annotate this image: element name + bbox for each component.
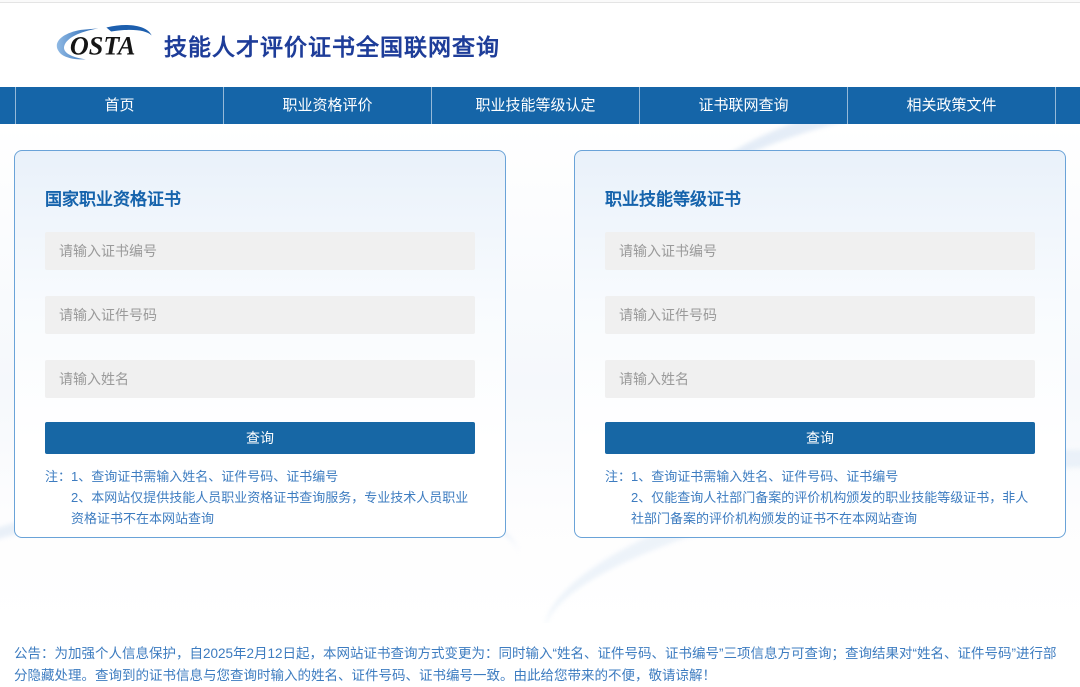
- certificate-number-input[interactable]: [45, 232, 475, 270]
- note-item: 2、仅能查询人社部门备案的评价机构颁发的职业技能等级证书，非人社部门备案的评价机…: [631, 487, 1035, 529]
- note-list: 1、查询证书需输入姓名、证件号码、证书编号 2、本网站仅提供技能人员职业资格证书…: [71, 466, 475, 529]
- note-item: 1、查询证书需输入姓名、证件号码、证书编号: [71, 466, 475, 487]
- id-number-input[interactable]: [45, 296, 475, 334]
- name-input[interactable]: [605, 360, 1035, 398]
- nav-item-skill-level-certification[interactable]: 职业技能等级认定: [431, 87, 639, 124]
- nav-spacer: [1055, 87, 1080, 124]
- osta-logo: OSTA: [54, 22, 154, 68]
- panel-national-qualification-certificate: 国家职业资格证书 查询 注： 1、查询证书需输入姓名、证件号码、证书编号 2、本…: [14, 150, 506, 538]
- query-button[interactable]: 查询: [605, 422, 1035, 454]
- query-button[interactable]: 查询: [45, 422, 475, 454]
- nav-item-occupational-qualification[interactable]: 职业资格评价: [223, 87, 431, 124]
- note-prefix: 注：: [45, 466, 71, 529]
- nav-item-home[interactable]: 首页: [15, 87, 223, 124]
- osta-logo-icon: OSTA: [54, 22, 154, 68]
- panel-title: 职业技能等级证书: [605, 185, 1035, 210]
- panel-notes: 注： 1、查询证书需输入姓名、证件号码、证书编号 2、仅能查询人社部门备案的评价…: [605, 466, 1035, 529]
- id-number-input[interactable]: [605, 296, 1035, 334]
- osta-logo-text: OSTA: [70, 32, 136, 61]
- name-input[interactable]: [45, 360, 475, 398]
- nav-item-policy-documents[interactable]: 相关政策文件: [847, 87, 1055, 124]
- note-list: 1、查询证书需输入姓名、证件号码、证书编号 2、仅能查询人社部门备案的评价机构颁…: [631, 466, 1035, 529]
- site-title: 技能人才评价证书全国联网查询: [164, 28, 500, 62]
- announcement-text: 公告：为加强个人信息保护，自2025年2月12日起，本网站证书查询方式变更为：同…: [14, 646, 1057, 683]
- certificate-number-input[interactable]: [605, 232, 1035, 270]
- panel-skill-level-certificate: 职业技能等级证书 查询 注： 1、查询证书需输入姓名、证件号码、证书编号 2、仅…: [574, 150, 1066, 538]
- query-cards: 国家职业资格证书 查询 注： 1、查询证书需输入姓名、证件号码、证书编号 2、本…: [0, 124, 1080, 538]
- note-item: 2、本网站仅提供技能人员职业资格证书查询服务，专业技术人员职业资格证书不在本网站…: [71, 487, 475, 529]
- note-prefix: 注：: [605, 466, 631, 529]
- site-header: OSTA 技能人才评价证书全国联网查询: [0, 3, 1080, 87]
- main-nav-inner: 首页 职业资格评价 职业技能等级认定 证书联网查询 相关政策文件: [0, 87, 1080, 124]
- note-item: 1、查询证书需输入姓名、证件号码、证书编号: [631, 466, 1035, 487]
- panel-notes: 注： 1、查询证书需输入姓名、证件号码、证书编号 2、本网站仅提供技能人员职业资…: [45, 466, 475, 529]
- panel-title: 国家职业资格证书: [45, 185, 475, 210]
- announcement-footer: 公告：为加强个人信息保护，自2025年2月12日起，本网站证书查询方式变更为：同…: [0, 623, 1080, 687]
- main-nav: 首页 职业资格评价 职业技能等级认定 证书联网查询 相关政策文件: [0, 87, 1080, 124]
- main-content: 国家职业资格证书 查询 注： 1、查询证书需输入姓名、证件号码、证书编号 2、本…: [0, 124, 1080, 623]
- nav-item-certificate-query[interactable]: 证书联网查询: [639, 87, 847, 124]
